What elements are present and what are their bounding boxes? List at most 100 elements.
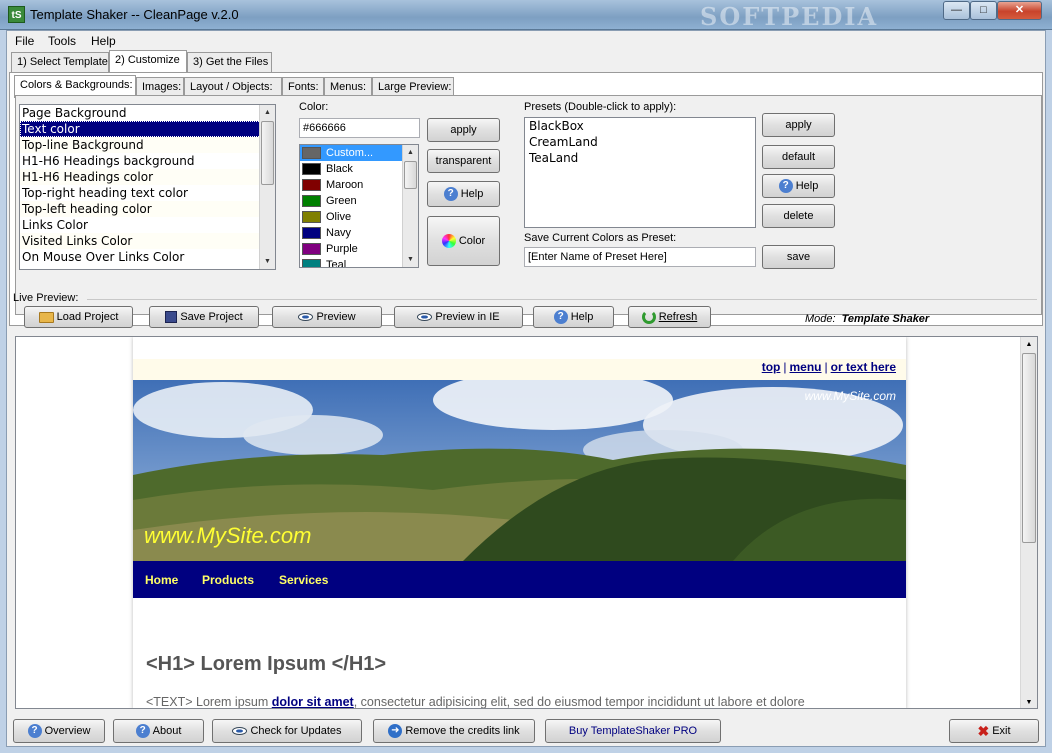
list-item[interactable]: Top-line Background: [20, 137, 275, 153]
eye-icon: [417, 313, 433, 321]
eye-icon: [298, 313, 314, 321]
swatch-item[interactable]: Black: [300, 161, 418, 177]
check-updates-button[interactable]: Check for Updates: [212, 719, 362, 743]
swatch-item[interactable]: Maroon: [300, 177, 418, 193]
list-item[interactable]: Page Background: [20, 105, 275, 121]
scroll-up-icon[interactable]: ▲: [403, 145, 418, 160]
color-target-list[interactable]: Page Background Text color Top-line Back…: [19, 104, 276, 270]
maximize-button[interactable]: □: [970, 1, 997, 20]
delete-preset-button[interactable]: delete: [762, 204, 835, 228]
subtab-images[interactable]: Images:: [136, 77, 184, 97]
exit-button[interactable]: ✖ Exit: [949, 719, 1039, 743]
site-nav-services[interactable]: Services: [279, 573, 328, 587]
subtab-layout[interactable]: Layout / Objects:: [184, 77, 282, 97]
list-item[interactable]: H1-H6 Headings background: [20, 153, 275, 169]
about-label: About: [152, 725, 182, 737]
scroll-up-icon[interactable]: ▲: [1021, 337, 1037, 352]
site-nav-products[interactable]: Products: [202, 573, 254, 587]
about-button[interactable]: ? About: [113, 719, 204, 743]
menu-tools[interactable]: Tools: [48, 34, 76, 48]
swatch-item[interactable]: Green: [300, 193, 418, 209]
color-swatch-list[interactable]: Custom... Black Maroon Green Olive Navy …: [299, 144, 419, 268]
presets-list[interactable]: BlackBox CreamLand TeaLand: [524, 117, 756, 228]
preview-in-ie-button[interactable]: Preview in IE: [394, 306, 523, 328]
minimize-button[interactable]: —: [943, 1, 970, 20]
scroll-down-icon[interactable]: ▼: [403, 252, 418, 267]
site-heading: <H1> Lorem Ipsum </H1>: [146, 653, 387, 675]
swatch-item[interactable]: Olive: [300, 209, 418, 225]
live-preview-pane: top | menu | or text here www.MySite.com…: [15, 336, 1038, 709]
close-button[interactable]: ✕: [997, 1, 1042, 20]
list-item[interactable]: Visited Links Color: [20, 233, 275, 249]
scroll-up-icon[interactable]: ▲: [260, 105, 275, 120]
buy-pro-label: Buy TemplateShaker PRO: [568, 725, 698, 737]
scroll-thumb[interactable]: [261, 121, 274, 185]
color-swatch: [302, 259, 321, 267]
list-item[interactable]: Top-right heading text color: [20, 185, 275, 201]
preset-item[interactable]: CreamLand: [525, 134, 755, 150]
swatch-label: Custom...: [326, 147, 374, 159]
color-help-label: Help: [460, 188, 484, 200]
refresh-button[interactable]: Refresh: [628, 306, 711, 328]
preview-scrollbar[interactable]: ▲ ▼: [1020, 337, 1037, 708]
toolbar-help-button[interactable]: ? Help: [533, 306, 614, 328]
preset-item[interactable]: TeaLand: [525, 150, 755, 166]
menu-file[interactable]: File: [15, 34, 34, 48]
remove-credits-button[interactable]: ➜ Remove the credits link: [373, 719, 535, 743]
swatch-item[interactable]: Teal: [300, 257, 418, 268]
swatch-label: Navy: [326, 227, 352, 239]
tab-get-files[interactable]: 3) Get the Files: [187, 52, 272, 72]
site-link-text[interactable]: or text here: [831, 360, 896, 374]
presets-label: Presets (Double-click to apply):: [524, 101, 677, 113]
buy-pro-button[interactable]: Buy TemplateShaker PRO: [545, 719, 721, 743]
para-link[interactable]: dolor sit amet: [272, 695, 354, 708]
color-help-button[interactable]: ? Help: [427, 181, 500, 207]
site-link-top[interactable]: top: [762, 360, 781, 374]
subtab-menus[interactable]: Menus:: [324, 77, 372, 97]
color-picker-button[interactable]: Color: [427, 216, 500, 266]
save-preset-button[interactable]: save: [762, 245, 835, 269]
help-icon: ?: [135, 724, 150, 738]
default-preset-button[interactable]: default: [762, 145, 835, 169]
swatch-label: Teal: [326, 259, 347, 268]
swatch-item[interactable]: Navy: [300, 225, 418, 241]
list-item[interactable]: Text color: [20, 121, 275, 137]
color-hex-input[interactable]: #666666: [299, 118, 420, 138]
link-separator: |: [824, 360, 828, 374]
scroll-thumb[interactable]: [1022, 353, 1036, 543]
swatch-item[interactable]: Purple: [300, 241, 418, 257]
presets-help-button[interactable]: ? Help: [762, 174, 835, 198]
menu-help[interactable]: Help: [91, 34, 116, 48]
site-link-menu[interactable]: menu: [790, 360, 822, 374]
site-nav-home[interactable]: Home: [145, 573, 178, 587]
apply-preset-button[interactable]: apply: [762, 113, 835, 137]
load-project-button[interactable]: Load Project: [24, 306, 133, 328]
transparent-button[interactable]: transparent: [427, 149, 500, 173]
list-item[interactable]: H1-H6 Headings color: [20, 169, 275, 185]
color-picker-label: Color: [458, 235, 486, 247]
swatch-item[interactable]: Custom...: [300, 145, 418, 161]
scroll-down-icon[interactable]: ▼: [260, 254, 275, 269]
eye-icon: [232, 727, 248, 735]
tab-customize[interactable]: 2) Customize: [109, 50, 187, 73]
save-project-button[interactable]: Save Project: [149, 306, 259, 328]
list-item[interactable]: Top-left heading color: [20, 201, 275, 217]
swatch-scrollbar[interactable]: ▲ ▼: [402, 145, 418, 267]
list-item[interactable]: On Mouse Over Links Color: [20, 249, 275, 265]
preview-button[interactable]: Preview: [272, 306, 382, 328]
para-text: , consectetur adipisicing elit, sed do e…: [353, 695, 805, 709]
overview-button[interactable]: ? Overview: [13, 719, 105, 743]
separator-line: [87, 299, 1037, 300]
scroll-thumb[interactable]: [404, 161, 417, 189]
apply-color-button[interactable]: apply: [427, 118, 500, 142]
subtab-large-preview[interactable]: Large Preview:: [372, 77, 454, 97]
preset-item[interactable]: BlackBox: [525, 118, 755, 134]
list-scrollbar[interactable]: ▲ ▼: [259, 105, 275, 269]
save-preset-label: Save Current Colors as Preset:: [524, 232, 677, 244]
tab-select-template[interactable]: 1) Select Template: [11, 52, 109, 72]
menu-bar: File Tools Help: [7, 31, 1045, 51]
subtab-fonts[interactable]: Fonts:: [282, 77, 324, 97]
preset-name-input[interactable]: [Enter Name of Preset Here]: [524, 247, 756, 267]
list-item[interactable]: Links Color: [20, 217, 275, 233]
scroll-down-icon[interactable]: ▼: [1021, 695, 1037, 708]
